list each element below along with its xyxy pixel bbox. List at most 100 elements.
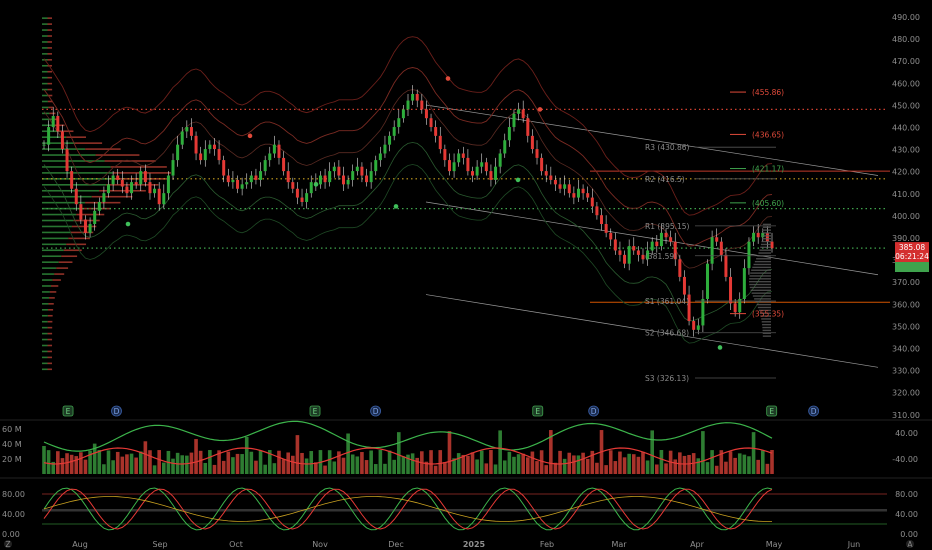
session-profile-bar	[762, 226, 771, 228]
volume-bar	[562, 458, 567, 474]
target-label: (421.17)	[752, 165, 784, 174]
stock-chart[interactable]: 490.00 480.00 470.00 460.00 450.00 440.00 430.…	[0, 0, 932, 550]
price-axis-tick: 480.00	[892, 35, 920, 44]
volume-bar	[756, 459, 760, 474]
candle-body	[747, 241, 751, 269]
candle-body	[332, 166, 336, 172]
candle-body	[517, 109, 521, 114]
session-profile-bar	[762, 229, 771, 231]
price-axis-tick: 310.00	[892, 411, 920, 420]
session-profile-bar	[762, 335, 771, 337]
price-axis-tick: 390.00	[892, 234, 920, 243]
volume-bar	[258, 450, 263, 474]
volume-profile-bar-sell	[91, 195, 133, 198]
candle-body	[503, 140, 507, 154]
candle-body	[719, 241, 723, 255]
volume-bar	[106, 450, 111, 474]
volume-bar	[770, 450, 774, 474]
volume-profile-bar-buy	[42, 94, 48, 97]
volume-bar	[221, 460, 226, 474]
volume-bar	[401, 456, 406, 474]
volume-bar	[742, 454, 747, 474]
volume-bar	[475, 459, 479, 474]
session-profile-bar	[762, 323, 771, 326]
candle-body	[438, 135, 442, 150]
volume-profile-bar-buy	[42, 184, 107, 186]
candle-body	[512, 113, 516, 128]
volume-bar	[664, 463, 668, 474]
volume-profile-bar-sell	[85, 201, 121, 204]
volume-bar	[516, 454, 521, 474]
volume-bar	[235, 453, 240, 474]
time-axis-tick: Oct	[229, 540, 243, 549]
volume-bar	[263, 464, 267, 474]
price-axis-tick: 320.00	[892, 389, 920, 398]
volume-bar	[489, 450, 493, 474]
volume-profile-bar-buy	[42, 297, 50, 299]
candle-body	[295, 188, 299, 198]
price-axis-tick: 470.00	[892, 57, 920, 66]
pivot-label: R1 (395.15)	[645, 222, 690, 231]
session-profile-bar	[761, 238, 771, 240]
candle-body	[254, 175, 258, 180]
candle-body	[93, 210, 97, 225]
price-axis-tick: 360.00	[892, 300, 920, 309]
volume-profile-bar-sell	[47, 344, 53, 347]
volume-bar	[760, 450, 765, 474]
volume-bar	[655, 464, 659, 474]
volume-profile-bar-sell	[47, 23, 52, 25]
candle-body	[558, 184, 562, 189]
candle-body	[572, 193, 576, 198]
candle-body	[249, 175, 253, 183]
candle-body	[544, 171, 548, 176]
candle-body	[498, 153, 502, 167]
candle-body	[42, 144, 46, 146]
candle-body	[272, 144, 276, 154]
candle-body	[494, 166, 498, 180]
volume-bar	[673, 459, 678, 474]
oscillator-right-tick: 0.00	[900, 530, 918, 539]
candle-body	[263, 160, 267, 172]
volume-bar	[608, 450, 613, 474]
volume-profile-bar-buy	[42, 219, 74, 222]
earnings-marker-label: E	[66, 407, 71, 416]
volume-profile-bar-buy	[42, 64, 48, 67]
volume-bar	[415, 457, 420, 474]
volume-profile-bar-sell	[47, 59, 53, 61]
candle-body	[217, 149, 221, 161]
volume-profile-bar-buy	[42, 332, 48, 335]
candle-body	[305, 193, 309, 202]
candle-body	[411, 93, 415, 101]
candle-body	[535, 149, 539, 158]
volume-bar	[83, 459, 88, 474]
price-tag-timer: 06:21:24	[895, 252, 929, 261]
volume-bar	[447, 431, 452, 474]
candle-body	[484, 162, 488, 172]
volume-profile-bar-buy	[42, 314, 48, 317]
volume-bar	[74, 456, 79, 474]
candle-body	[259, 171, 263, 180]
volume-axis-tick: 40 M	[2, 440, 22, 449]
candle-body	[323, 175, 327, 183]
volume-profile-bar-buy	[42, 326, 48, 329]
candle-body	[443, 149, 447, 161]
volume-bar	[433, 465, 438, 474]
volume-profile-bar-buy	[42, 70, 48, 73]
volume-axis-tick: 60 M	[2, 425, 22, 434]
volume-bar	[604, 465, 608, 474]
volume-profile-bar-buy	[42, 35, 48, 37]
volume-bar	[373, 464, 378, 474]
volume-bar	[724, 461, 728, 474]
volume-bar	[198, 450, 203, 474]
volume-bar	[705, 462, 710, 474]
candle-body	[171, 160, 175, 176]
volume-bar	[332, 461, 337, 474]
volume-bar	[682, 455, 687, 474]
candle-body	[609, 232, 613, 240]
volume-bar	[507, 451, 512, 474]
volume-bar	[79, 452, 83, 474]
volume-bar	[102, 464, 106, 474]
volume-profile-bar-buy	[42, 308, 49, 311]
volume-profile-bar-sell	[85, 148, 121, 150]
swing-dot	[247, 133, 253, 139]
